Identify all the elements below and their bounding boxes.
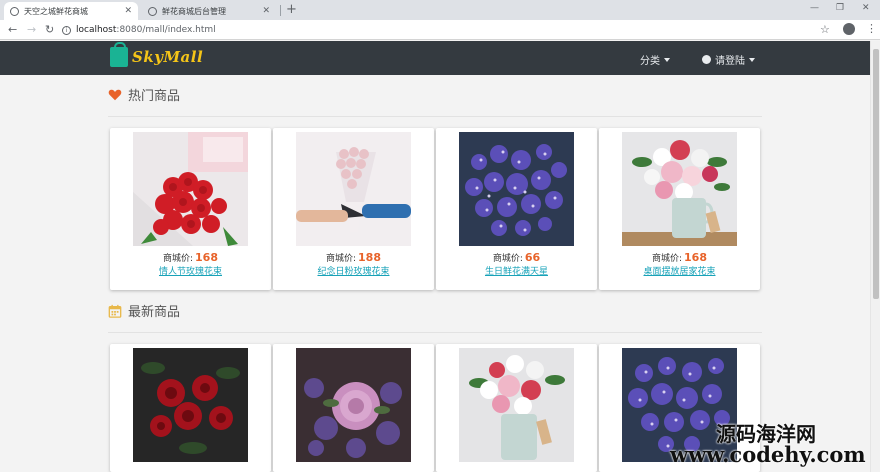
product-image[interactable] xyxy=(622,132,737,246)
close-icon[interactable]: ✕ xyxy=(124,6,132,16)
heart-icon xyxy=(108,89,122,100)
restore-icon[interactable]: ❐ xyxy=(836,3,844,13)
tab-admin[interactable]: 鲜花商城后台管理 ✕ xyxy=(142,2,276,20)
watermark-line2: www.codehy.com xyxy=(670,442,866,467)
minimize-icon[interactable]: — xyxy=(810,3,819,13)
url-host: localhost xyxy=(76,25,117,35)
tab-title: 鲜花商城后台管理 xyxy=(162,6,226,16)
logo-text: SkyMall xyxy=(132,48,204,66)
close-window-icon[interactable]: ✕ xyxy=(862,3,870,13)
category-dropdown[interactable]: 分类 xyxy=(640,52,670,67)
product-price: 商城价: 168 xyxy=(651,251,707,264)
product-image[interactable] xyxy=(133,132,248,246)
login-dropdown[interactable]: 请登陆 xyxy=(702,52,755,67)
product-name-link[interactable]: 纪念日粉玫瑰花束 xyxy=(273,264,434,277)
globe-icon xyxy=(10,6,19,16)
product-card[interactable]: 商城价: 168 桌面摆放居家花束 xyxy=(599,128,760,290)
address-bar: ← → ↻ i localhost:8080/mall/index.html ☆… xyxy=(0,20,880,40)
product-price: 商城价: 188 xyxy=(325,251,381,264)
reload-icon[interactable]: ↻ xyxy=(45,23,54,37)
back-icon[interactable]: ← xyxy=(8,23,17,37)
latest-section-header: 最新商品 xyxy=(108,301,180,320)
close-icon[interactable]: ✕ xyxy=(262,6,270,16)
forward-icon[interactable]: → xyxy=(27,23,36,37)
product-card[interactable] xyxy=(436,344,597,472)
category-label: 分类 xyxy=(640,56,660,67)
product-card[interactable] xyxy=(110,344,271,472)
caret-down-icon xyxy=(749,57,755,62)
site-navbar: SkyMall 分类 请登陆 xyxy=(0,41,870,75)
tab-title: 天空之城鲜花商城 xyxy=(24,6,88,16)
product-price: 商城价: 168 xyxy=(162,251,218,264)
menu-kebab-icon[interactable]: ⋮ xyxy=(866,22,877,35)
tab-separator xyxy=(280,5,281,16)
scrollbar-thumb[interactable] xyxy=(873,49,879,299)
product-name-link[interactable]: 桌面摆放居家花束 xyxy=(599,264,760,277)
product-image[interactable] xyxy=(459,132,574,246)
info-icon[interactable]: i xyxy=(62,25,71,35)
product-image[interactable] xyxy=(296,348,411,462)
tab-mall[interactable]: 天空之城鲜花商城 ✕ xyxy=(4,2,138,20)
url-path: :8080/mall/index.html xyxy=(116,25,216,35)
calendar-icon xyxy=(108,304,122,318)
hot-section-header: 热门商品 xyxy=(108,85,180,104)
login-label: 请登陆 xyxy=(715,56,745,67)
section-divider xyxy=(108,116,762,117)
globe-icon xyxy=(148,6,157,16)
browser-tabbar: 天空之城鲜花商城 ✕ 鲜花商城后台管理 ✕ + — ❐ ✕ xyxy=(0,0,880,20)
product-image[interactable] xyxy=(133,348,248,462)
product-card[interactable]: 商城价: 188 纪念日粉玫瑰花束 xyxy=(273,128,434,290)
section-divider xyxy=(108,332,762,333)
new-tab-button[interactable]: + xyxy=(286,2,297,18)
product-card[interactable] xyxy=(273,344,434,472)
section-title: 最新商品 xyxy=(128,305,181,320)
shopping-bag-icon xyxy=(110,42,128,67)
profile-avatar-icon[interactable] xyxy=(843,23,855,35)
site-logo[interactable]: SkyMall xyxy=(110,42,204,67)
bookmark-star-icon[interactable]: ☆ xyxy=(820,23,830,36)
product-card[interactable]: 商城价: 66 生日鲜花满天星 xyxy=(436,128,597,290)
page-scrollbar[interactable] xyxy=(870,41,880,472)
url-field[interactable]: i localhost:8080/mall/index.html xyxy=(62,22,806,38)
caret-down-icon xyxy=(664,57,670,62)
product-price: 商城价: 66 xyxy=(492,251,541,264)
product-image[interactable] xyxy=(296,132,411,246)
section-title: 热门商品 xyxy=(128,89,181,104)
product-name-link[interactable]: 生日鲜花满天星 xyxy=(436,264,597,277)
product-name-link[interactable]: 情人节玫瑰花束 xyxy=(110,264,271,277)
product-image[interactable] xyxy=(459,348,574,462)
user-circle-icon xyxy=(702,55,711,64)
product-card[interactable]: 商城价: 168 情人节玫瑰花束 xyxy=(110,128,271,290)
